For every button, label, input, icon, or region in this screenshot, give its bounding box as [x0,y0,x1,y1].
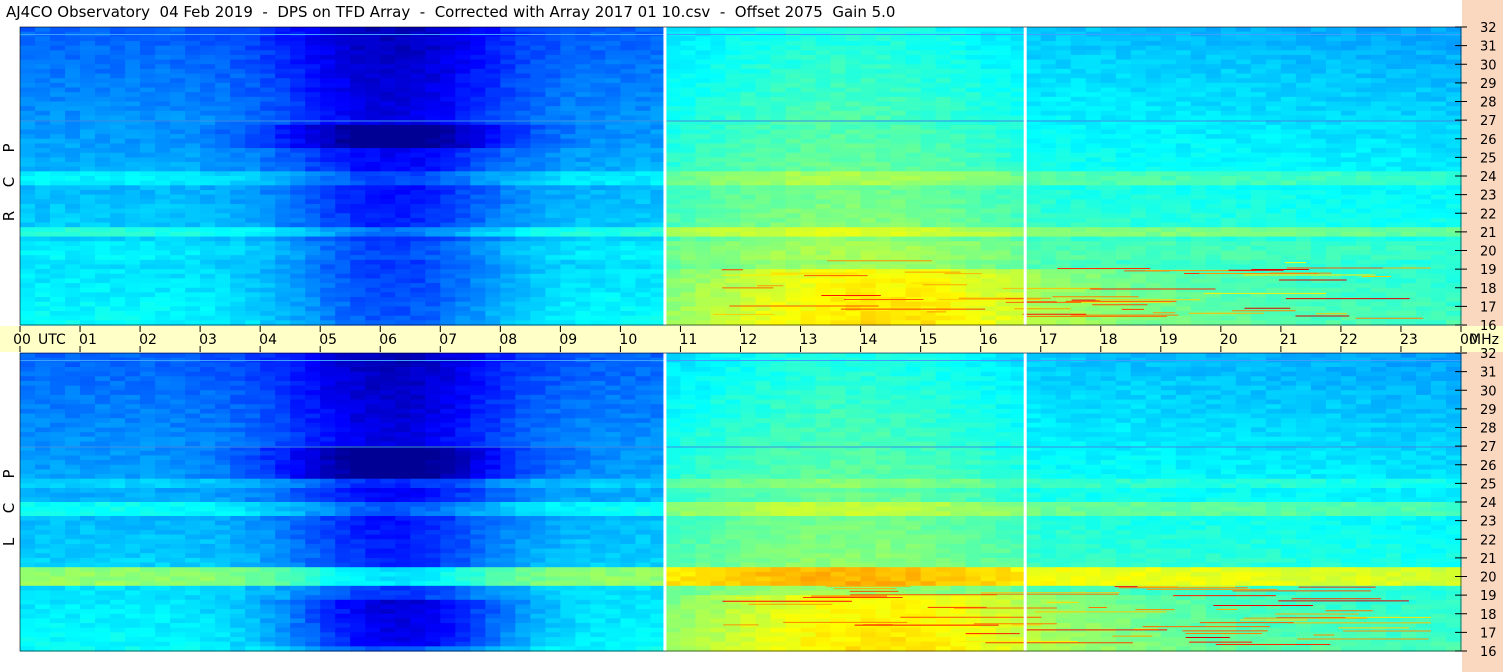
lcp-panel-heatmap [20,353,1462,652]
rcp-panel-freq-label: 22 [1480,207,1497,222]
spectrogram-window: AJ4CO Observatory 04 Feb 2019 - DPS on T… [0,0,1503,672]
rcp-panel-freq-label: 25 [1480,151,1497,166]
lcp-panel-freq-label: 16 [1480,645,1497,660]
utc-tick-label: 08 [499,332,517,348]
rcp-panel-freq-label: 27 [1480,114,1497,129]
rcp-panel-pol-letter: R [0,211,18,221]
utc-tick-label: 20 [1220,332,1238,348]
utc-tick-label: 12 [740,332,758,348]
rcp-panel-freq-label: 26 [1480,133,1497,148]
rcp-panel-freq-label: 31 [1480,40,1497,55]
rcp-panel-pol-letter: P [0,143,18,152]
lcp-panel-freq-label: 32 [1480,347,1497,362]
lcp-panel-freq-label: 27 [1480,440,1497,455]
lcp-panel-pol-letter: L [0,537,18,546]
utc-unit-label: UTC [38,332,66,348]
utc-tick-label: 00 [13,332,31,348]
utc-tick-label: 18 [1100,332,1118,348]
utc-tick-label: 09 [559,332,577,348]
mhz-unit-label: MHz [1469,332,1499,348]
utc-tick-label: 14 [860,332,878,348]
lcp-panel-pol-letter: C [0,503,18,513]
lcp-panel-freq-label: 29 [1480,403,1497,418]
utc-tick-label: 17 [1040,332,1058,348]
utc-tick-label: 23 [1400,332,1418,348]
rcp-panel-freq-label: 21 [1480,226,1497,241]
rcp-panel-freq-label: 18 [1480,282,1497,297]
lcp-panel-divider-0 [663,353,667,651]
utc-tick-label: 19 [1160,332,1178,348]
rcp-panel-freq-label: 29 [1480,77,1497,92]
lcp-panel-freq-label: 18 [1480,608,1497,623]
spectrogram-plot: 00 01 02 03 04 05 06 07 08 09 10 11 12 13 14 15 16 17 18 19… [0,21,1503,660]
lcp-panel-freq-label: 20 [1480,571,1497,586]
utc-tick-label: 01 [79,332,97,348]
lcp-panel-freq-label: 30 [1480,384,1497,399]
rcp-panel-freq-label: 23 [1480,189,1497,204]
lcp-panel-freq-label: 19 [1480,589,1497,604]
utc-tick-label: 15 [920,332,938,348]
utc-tick-label: 06 [379,332,397,348]
utc-tick-label: 22 [1340,332,1358,348]
rcp-panel-pol-letter: C [0,177,18,187]
lcp-panel-freq-label: 25 [1480,477,1497,492]
utc-tick-label: 16 [980,332,998,348]
utc-tick-label: 02 [139,332,157,348]
utc-tick-label: 11 [679,332,697,348]
utc-tick-label: 05 [319,332,337,348]
lcp-panel-freq-label: 17 [1480,626,1497,641]
lcp-panel-freq-label: 21 [1480,552,1497,567]
utc-tick-label: 13 [800,332,818,348]
rcp-panel-freq-label: 19 [1480,263,1497,278]
rcp-panel-freq-label: 20 [1480,245,1497,260]
utc-tick-label: 04 [259,332,277,348]
utc-tick-label: 21 [1280,332,1298,348]
rcp-panel-divider-0 [663,27,667,325]
lcp-panel-freq-label: 31 [1480,366,1497,381]
rcp-panel-freq-label: 16 [1480,319,1497,334]
lcp-panel-freq-label: 24 [1480,496,1497,511]
utc-tick-label: 03 [199,332,217,348]
rcp-panel-freq-label: 17 [1480,300,1497,315]
rcp-panel-divider-1 [1023,27,1027,325]
lcp-panel-divider-1 [1023,353,1027,651]
utc-tick-label: 07 [439,332,457,348]
lcp-panel-freq-label: 22 [1480,533,1497,548]
rcp-panel-freq-label: 32 [1480,21,1497,36]
rcp-panel-heatmap [20,27,1462,326]
lcp-panel-freq-label: 26 [1480,459,1497,474]
rcp-panel-freq-label: 28 [1480,96,1497,111]
lcp-panel-pol-letter: P [0,469,18,478]
utc-tick-label: 10 [619,332,637,348]
rcp-panel-freq-label: 30 [1480,58,1497,73]
rcp-panel-freq-label: 24 [1480,170,1497,185]
lcp-panel-freq-label: 23 [1480,515,1497,530]
lcp-panel-freq-label: 28 [1480,422,1497,437]
